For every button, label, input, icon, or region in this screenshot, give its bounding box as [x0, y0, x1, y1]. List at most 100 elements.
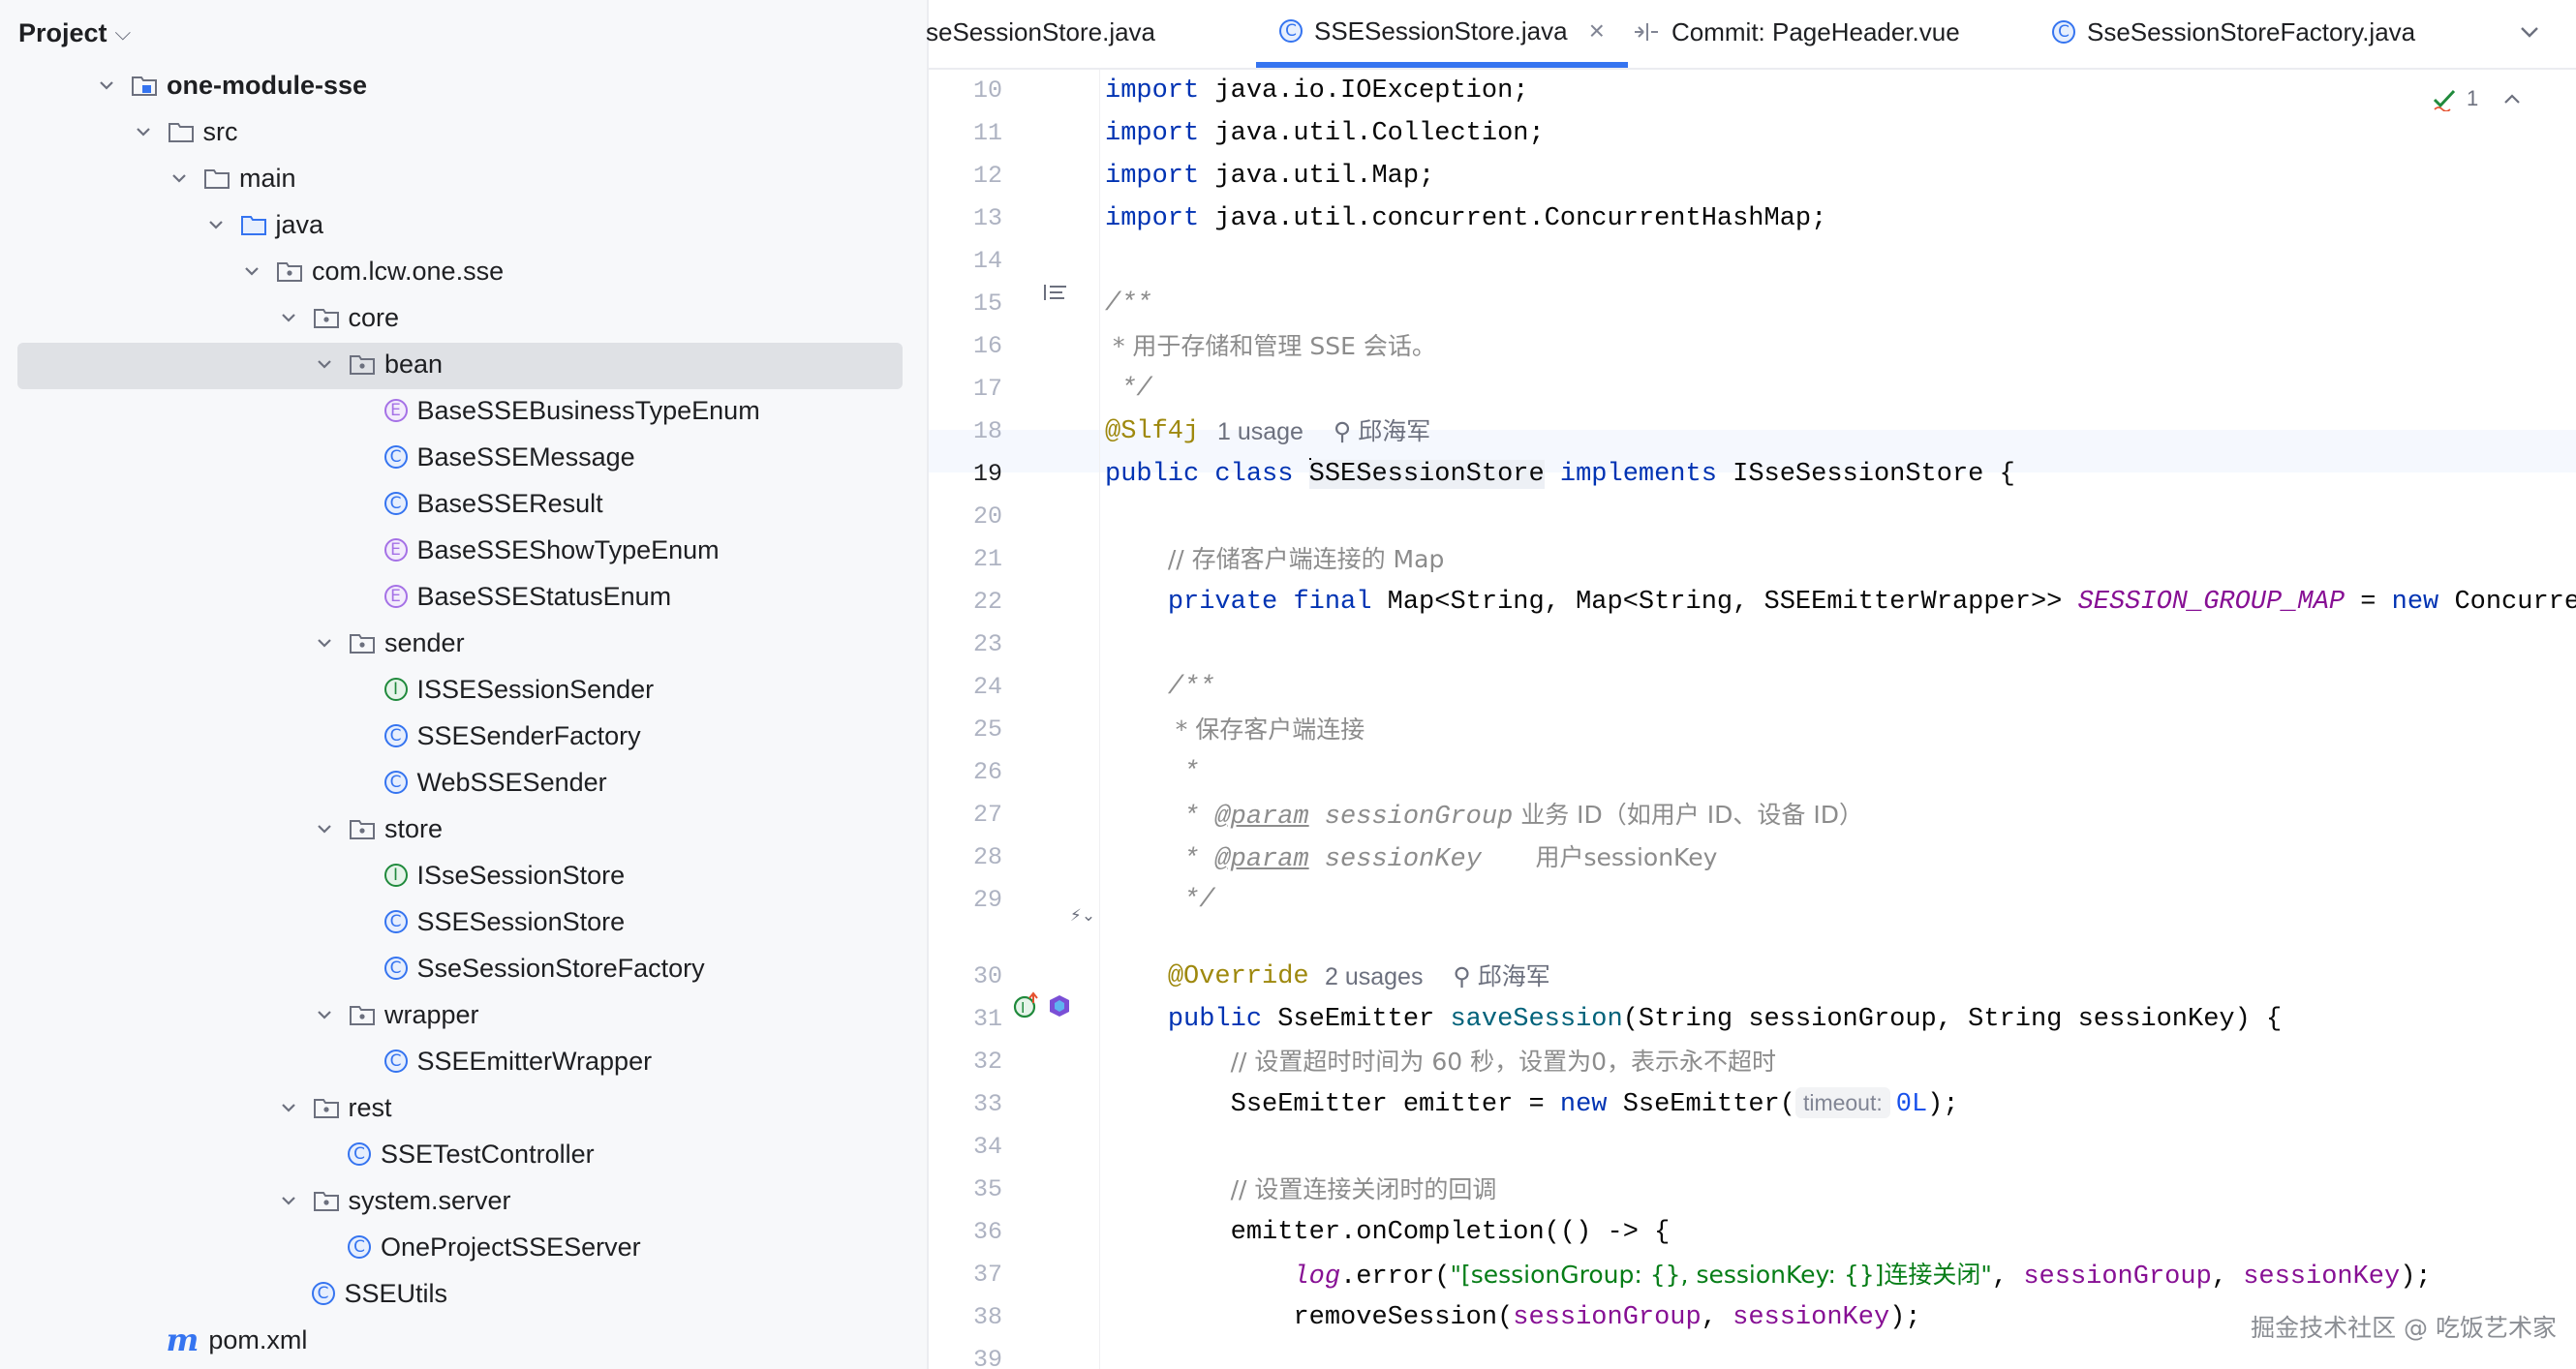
chevron-down-icon[interactable]: [206, 215, 226, 234]
code-line-33: SseEmitter emitter = new SseEmitter(time…: [1105, 1083, 1959, 1126]
doc-render-toggle-icon[interactable]: [1041, 281, 1070, 304]
line-number[interactable]: 39: [929, 1339, 1002, 1369]
ai-action-icon[interactable]: ⚡⌄: [1068, 904, 1097, 928]
chevron-down-icon[interactable]: [242, 261, 261, 281]
line-number[interactable]: 24: [929, 666, 1002, 709]
tab-sesessionstore-java-partial[interactable]: seSessionStore.java: [926, 0, 1155, 64]
tree-node-rest[interactable]: rest: [279, 1084, 392, 1131]
tree-node-ssesenderfactory[interactable]: C SSESenderFactory: [383, 713, 641, 759]
tree-node-src[interactable]: src: [134, 108, 238, 155]
commit-icon: [1631, 19, 1660, 45]
chevron-down-icon[interactable]: [134, 122, 153, 141]
line-number[interactable]: 26: [929, 751, 1002, 794]
tree-node-main[interactable]: main: [169, 155, 296, 201]
code-editor[interactable]: 10 11 12 13 14 15 16 17 18 19 20 21 22 23 24 25 26 27 28 29…: [929, 70, 2576, 1369]
check-mark-icon: [2433, 89, 2456, 111]
line-number[interactable]: 19: [929, 453, 1002, 496]
implements-method-icon[interactable]: I: [1010, 989, 1043, 1022]
line-number[interactable]: 22: [929, 581, 1002, 624]
class-icon: C: [383, 771, 408, 794]
tree-node-wrapper[interactable]: wrapper: [315, 991, 479, 1038]
line-number[interactable]: 32: [929, 1041, 1002, 1083]
code-line-17: */: [1105, 375, 1152, 404]
line-number[interactable]: 16: [929, 325, 1002, 368]
chevron-down-icon[interactable]: [315, 819, 334, 838]
chevron-down-icon[interactable]: [315, 354, 334, 374]
code-line-36: emitter.onCompletion(() -> {: [1230, 1218, 1671, 1247]
line-number[interactable]: 29: [929, 879, 1002, 922]
code-line-18: @Slf4j: [1105, 417, 1200, 446]
tree-node-webssesender[interactable]: C WebSSESender: [383, 759, 607, 806]
line-number[interactable]: 25: [929, 709, 1002, 751]
tree-node-one-module-sse[interactable]: one-module-sse: [97, 62, 367, 108]
tree-node-basesseshowtypeenum[interactable]: E BaseSSEShowTypeEnum: [383, 527, 720, 573]
line-number[interactable]: 36: [929, 1211, 1002, 1254]
tree-node-label: sender: [384, 627, 465, 657]
tree-node-issesessionstore[interactable]: I ISseSessionStore: [383, 852, 625, 898]
close-tab-icon[interactable]: ×: [1589, 17, 1605, 45]
line-number[interactable]: 10: [929, 70, 1002, 112]
tree-node-basessestatusenum[interactable]: E BaseSSEStatusEnum: [383, 573, 671, 620]
tree-node-issesessionsender[interactable]: I ISSESessionSender: [383, 666, 654, 713]
inspection-widget[interactable]: 1: [2432, 70, 2523, 128]
line-number[interactable]: 15: [929, 283, 1002, 325]
tree-node-bean[interactable]: bean: [315, 341, 443, 387]
usage-count[interactable]: 1 usage: [1217, 418, 1303, 445]
tree-node-ssesessionstorefactory[interactable]: C SseSessionStoreFactory: [383, 945, 705, 991]
chevron-down-icon[interactable]: [315, 633, 334, 653]
plugin-marker-icon[interactable]: [1045, 991, 1074, 1020]
line-number[interactable]: 37: [929, 1254, 1002, 1296]
tree-node-sender[interactable]: sender: [315, 620, 465, 666]
line-number[interactable]: 30: [929, 956, 1002, 998]
tree-node-sseemitterwrapper[interactable]: C SSEEmitterWrapper: [383, 1038, 653, 1084]
chevron-down-icon[interactable]: [279, 308, 298, 327]
usage-count[interactable]: 2 usages: [1325, 963, 1423, 990]
line-number[interactable]: 31: [929, 998, 1002, 1041]
chevron-down-icon[interactable]: [97, 76, 116, 95]
line-number[interactable]: 21: [929, 538, 1002, 581]
tree-node-basessemessage[interactable]: C BaseSSEMessage: [383, 434, 635, 480]
tree-node-system-server[interactable]: system.server: [279, 1177, 511, 1224]
project-view-selector[interactable]: Project ⌵: [18, 14, 131, 52]
tree-node-sseutils[interactable]: C SSEUtils: [311, 1270, 447, 1317]
line-number[interactable]: 27: [929, 794, 1002, 837]
tab-ssesessionstorefactory-java[interactable]: C SseSessionStoreFactory.java: [2052, 0, 2415, 64]
tree-node-basesseresult[interactable]: C BaseSSEResult: [383, 480, 603, 527]
tree-node-core[interactable]: core: [279, 294, 399, 341]
line-number[interactable]: 18: [929, 411, 1002, 453]
chevron-down-icon[interactable]: [279, 1098, 298, 1117]
tree-node-pom-xml[interactable]: m pom.xml: [167, 1317, 308, 1363]
chevron-down-icon[interactable]: [169, 168, 189, 188]
line-number[interactable]: 28: [929, 837, 1002, 879]
class-icon: C: [383, 910, 408, 933]
line-number[interactable]: 33: [929, 1083, 1002, 1126]
line-number[interactable]: 12: [929, 155, 1002, 198]
usage-author-inlay[interactable]: 2 usages ⚲ 邱海军: [1325, 956, 1550, 998]
line-number[interactable]: 13: [929, 198, 1002, 240]
line-number[interactable]: 35: [929, 1169, 1002, 1211]
class-icon: C: [383, 445, 408, 469]
tab-commit-pageheader[interactable]: Commit: PageHeader.vue: [1631, 0, 1960, 64]
tree-node-store[interactable]: store: [315, 806, 443, 852]
tree-node-label: SSEEmitterWrapper: [416, 1046, 653, 1076]
tree-node-ssesessionstore[interactable]: C SSESessionStore: [383, 898, 625, 945]
line-number[interactable]: 11: [929, 112, 1002, 155]
chevron-down-icon[interactable]: [279, 1191, 298, 1210]
class-icon: C: [348, 1142, 371, 1166]
tree-node-java[interactable]: java: [206, 201, 323, 248]
tree-node-com-lcw-one-sse[interactable]: com.lcw.one.sse: [242, 248, 504, 294]
tab-list-dropdown[interactable]: [2517, 0, 2542, 64]
chevron-down-icon[interactable]: [315, 1005, 334, 1024]
line-number[interactable]: 38: [929, 1296, 1002, 1339]
tree-node-ssetestcontroller[interactable]: C SSETestController: [348, 1131, 595, 1177]
tree-node-oneprojectsseserver[interactable]: C OneProjectSSEServer: [348, 1224, 641, 1270]
line-number[interactable]: 20: [929, 496, 1002, 538]
tab-ssesessionstore-java[interactable]: C SSESessionStore.java ×: [1256, 0, 1628, 68]
line-number[interactable]: 23: [929, 624, 1002, 666]
code-line-35: // 设置连接关闭时的回调: [1230, 1175, 1497, 1203]
line-number[interactable]: 14: [929, 240, 1002, 283]
line-number[interactable]: 17: [929, 368, 1002, 411]
tree-node-basessebusinesstypeenum[interactable]: E BaseSSEBusinessTypeEnum: [383, 387, 760, 434]
usage-author-inlay[interactable]: 1 usage ⚲ 邱海军: [1217, 411, 1430, 453]
line-number[interactable]: 34: [929, 1126, 1002, 1169]
